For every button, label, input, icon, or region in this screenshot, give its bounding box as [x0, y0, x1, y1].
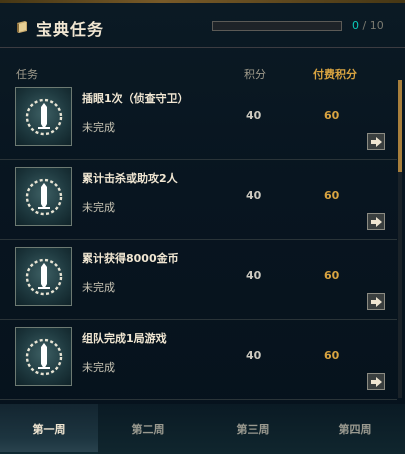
- task-points: 40: [246, 189, 262, 202]
- arrow-right-icon: [371, 377, 382, 387]
- tab-week-1[interactable]: 第一周: [0, 404, 98, 454]
- tab-week-2[interactable]: 第二周: [99, 404, 197, 454]
- mission-progress-text: 0 / 10: [352, 19, 384, 32]
- ward-emblem-icon: [15, 167, 72, 226]
- task-status: 未完成: [82, 201, 115, 214]
- task-name: 组队完成1局游戏: [82, 332, 167, 345]
- task-status: 未完成: [82, 281, 115, 294]
- task-status: 未完成: [82, 121, 115, 134]
- task-name: 累计击杀或助攻2人: [82, 172, 178, 185]
- progress-total: 10: [369, 19, 384, 32]
- task-go-button[interactable]: [367, 293, 385, 310]
- task-name: 累计获得8000金币: [82, 252, 179, 265]
- week-tabs: 第一周 第二周 第三周 第四周: [0, 404, 405, 454]
- progress-current: 0: [352, 19, 359, 32]
- task-points: 40: [246, 269, 262, 282]
- mission-progress-bar: [212, 21, 342, 31]
- ward-emblem-icon: [15, 327, 72, 386]
- arrow-right-icon: [371, 217, 382, 227]
- mission-panel: 宝典任务 0 / 10 任务 积分 付费积分 插眼1次（侦查守卫） 未完成 40…: [0, 0, 405, 454]
- tab-week-3[interactable]: 第三周: [204, 404, 302, 454]
- progress-separator: /: [359, 19, 370, 32]
- ward-emblem-icon: [15, 87, 72, 146]
- task-points: 40: [246, 349, 262, 362]
- arrow-right-icon: [371, 137, 382, 147]
- task-paid-points: 60: [324, 189, 340, 202]
- task-go-button[interactable]: [367, 373, 385, 390]
- ward-emblem-icon: [15, 247, 72, 306]
- task-go-button[interactable]: [367, 133, 385, 150]
- task-status: 未完成: [82, 361, 115, 374]
- task-name: 插眼1次（侦查守卫）: [82, 92, 189, 105]
- scrollbar[interactable]: [398, 80, 402, 398]
- task-row: 组队完成1局游戏 未完成 40 60: [0, 320, 397, 400]
- scrollbar-thumb[interactable]: [398, 80, 402, 172]
- task-row: 累计获得8000金币 未完成 40 60: [0, 240, 397, 320]
- task-paid-points: 60: [324, 269, 340, 282]
- task-row: 累计击杀或助攻2人 未完成 40 60: [0, 160, 397, 240]
- page-title: 宝典任务: [36, 20, 105, 39]
- task-paid-points: 60: [324, 349, 340, 362]
- task-row: 插眼1次（侦查守卫） 未完成 40 60: [0, 80, 397, 160]
- task-points: 40: [246, 109, 262, 122]
- panel-header: 宝典任务 0 / 10: [0, 3, 405, 48]
- task-paid-points: 60: [324, 109, 340, 122]
- book-icon: [17, 21, 27, 33]
- arrow-right-icon: [371, 297, 382, 307]
- tab-week-4[interactable]: 第四周: [306, 404, 404, 454]
- task-go-button[interactable]: [367, 213, 385, 230]
